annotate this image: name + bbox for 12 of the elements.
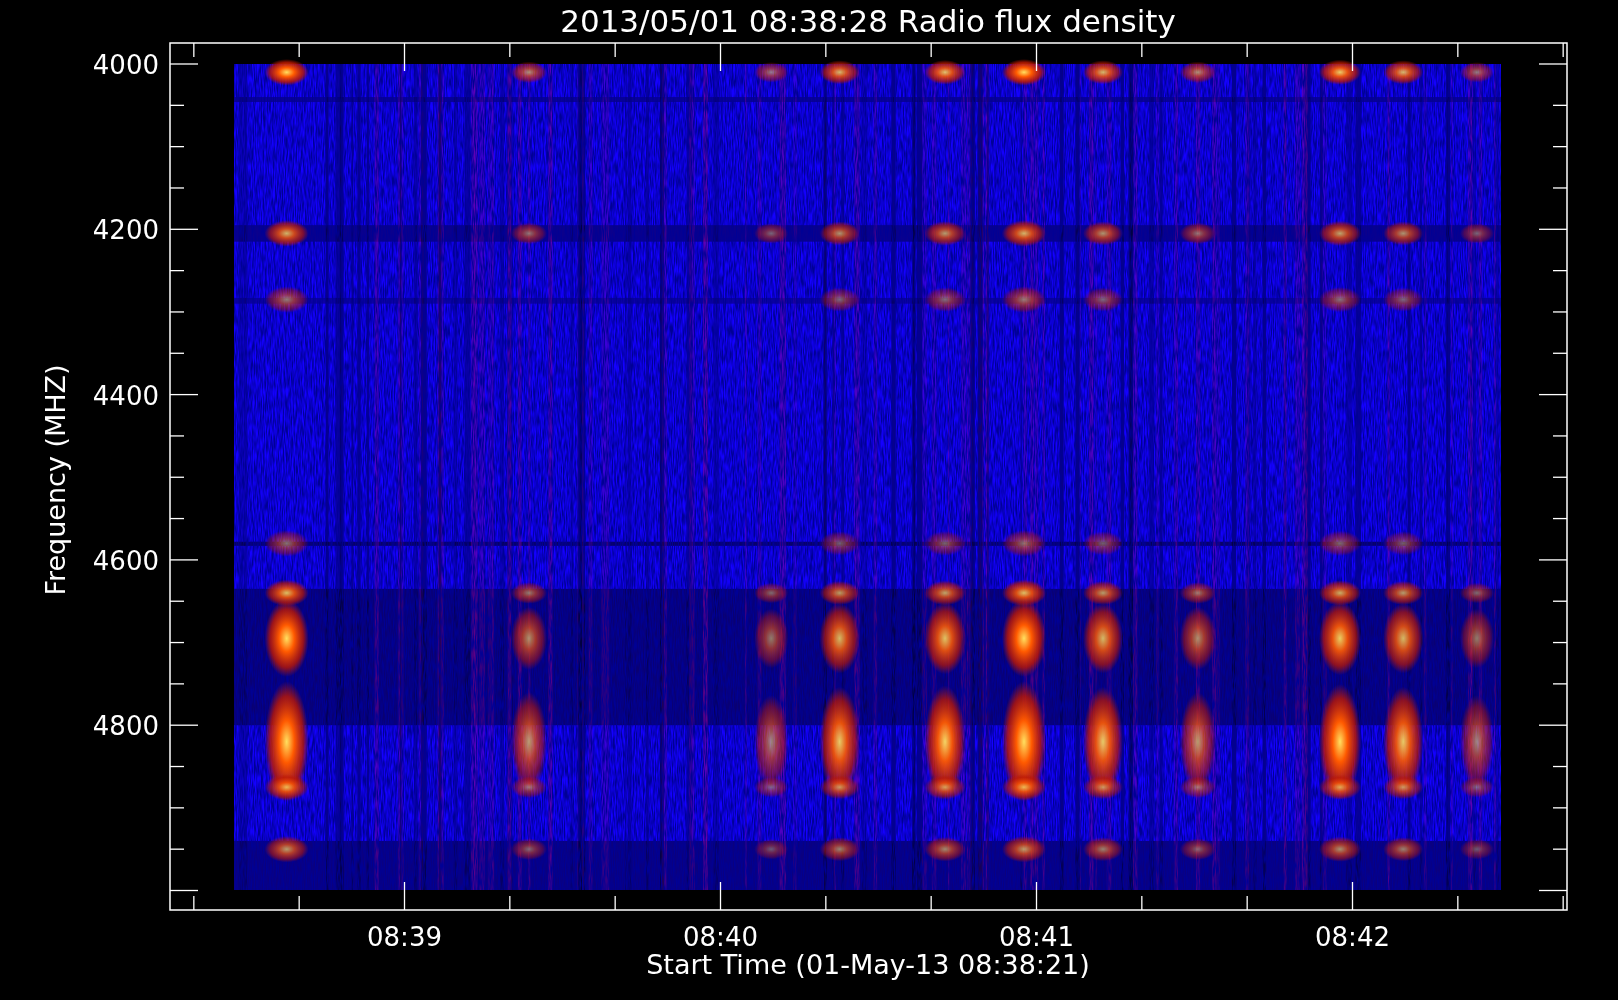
y-tick-label: 4000	[92, 50, 159, 80]
y-tick-label: 4400	[92, 380, 159, 411]
x-tick-label: 08:40	[683, 922, 758, 952]
x-tick-label: 08:41	[999, 922, 1074, 952]
x-tick-label: 08:42	[1315, 922, 1390, 952]
x-axis-title: Start Time (01-May-13 08:38:21)	[646, 949, 1090, 980]
y-tick-label: 4800	[92, 711, 159, 742]
y-tick-label: 4200	[92, 215, 159, 246]
y-axis-title: Frequency (MHZ)	[40, 364, 71, 596]
x-tick-label: 08:39	[367, 922, 442, 952]
y-tick-label: 4600	[92, 545, 159, 576]
chart-title: 2013/05/01 08:38:28 Radio flux density	[560, 3, 1176, 39]
